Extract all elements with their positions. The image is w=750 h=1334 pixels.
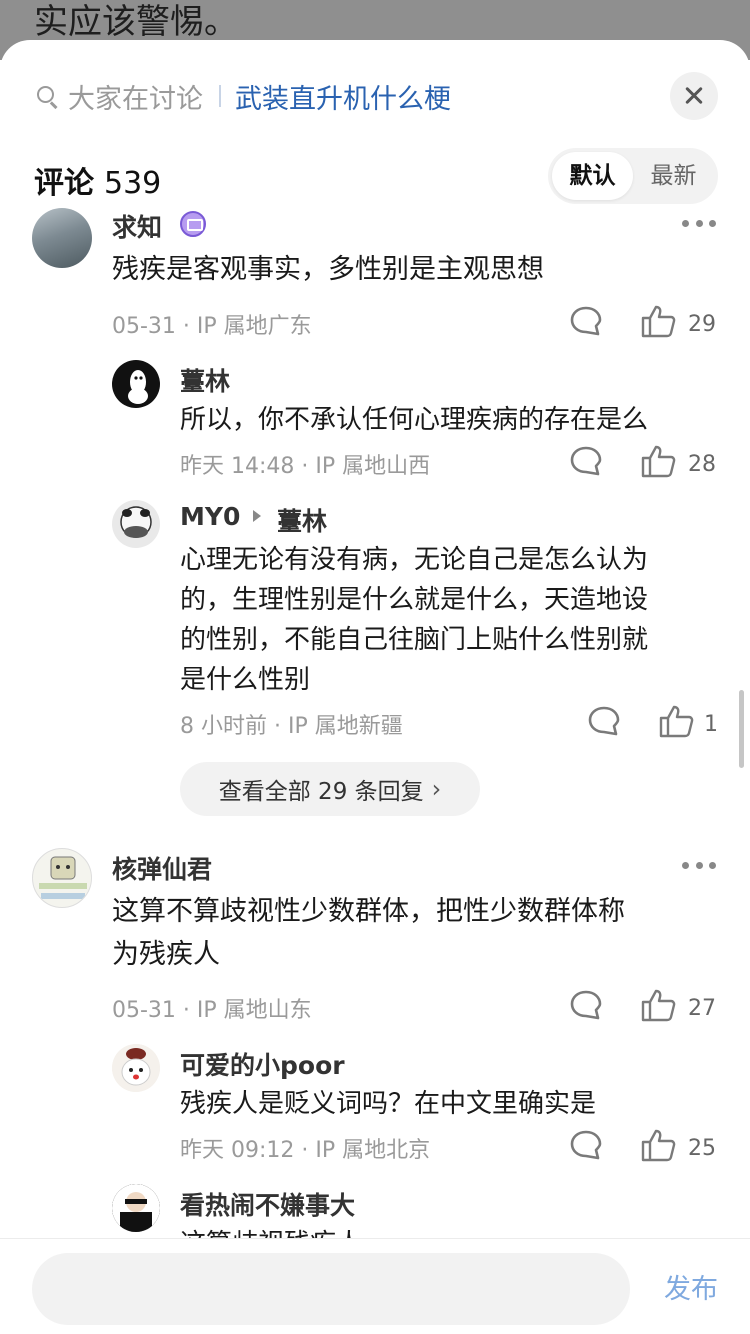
reply-meta: 昨天 14:48 · IP 属地山西 — [180, 454, 431, 479]
more-options-icon[interactable] — [682, 220, 716, 228]
reply-meta: 8 小时前 · IP 属地新疆 — [180, 714, 403, 739]
reply-date: 8 小时前 — [180, 714, 267, 739]
more-options-icon[interactable] — [682, 862, 716, 870]
like-count: 29 — [688, 312, 716, 337]
comment-text: 残疾是客观事实，多性别是主观思想 — [112, 254, 544, 285]
like-icon[interactable] — [640, 988, 676, 1022]
reply-text-line: 的，生理性别是什么就是什么，天造地设 — [180, 585, 649, 615]
comment-username[interactable]: 求知 — [112, 208, 162, 244]
publish-button[interactable]: 发布 — [664, 1267, 718, 1306]
avatar[interactable] — [112, 1184, 160, 1232]
search-divider — [219, 85, 221, 107]
background-article-text: 实应该警惕。 — [34, 2, 238, 42]
reply-icon[interactable] — [570, 446, 602, 476]
sort-latest-tab[interactable]: 最新 — [633, 152, 714, 200]
like-icon[interactable] — [640, 1128, 676, 1162]
discussion-search-bar[interactable]: 大家在讨论 武装直升机什么梗 — [34, 76, 451, 116]
reply-date: 昨天 14:48 — [180, 454, 295, 479]
comment-text: 这算不算歧视性少数群体，把性少数群体称 为残疾人 — [112, 890, 625, 976]
comment-input[interactable] — [32, 1253, 630, 1325]
reply-text-line: 的性别，不能自己往脑门上贴什么性别就 — [180, 625, 649, 655]
reply-username[interactable]: MY0 — [180, 502, 240, 531]
reply-icon[interactable] — [570, 990, 602, 1020]
reply-text: 心理无论有没有病，无论自己是怎么认为 的，生理性别是什么就是什么，天造地设 的性… — [180, 540, 648, 700]
reply-username[interactable]: 看热闹不嫌事大 — [180, 1186, 355, 1222]
avatar[interactable] — [112, 360, 160, 408]
chevron-right-icon: › — [431, 775, 442, 803]
reply-to-username[interactable]: 薹林 — [277, 502, 327, 538]
like-icon[interactable] — [658, 704, 694, 738]
reply-text: 所以，你不承认任何心理疾病的存在是么 — [180, 405, 649, 435]
avatar[interactable] — [32, 848, 92, 908]
view-all-replies-button[interactable]: 查看全部 29 条回复 › — [180, 762, 480, 816]
reply-username[interactable]: 薹林 — [180, 362, 230, 398]
reply-to-arrow-icon — [253, 510, 261, 522]
like-icon[interactable] — [640, 304, 676, 338]
like-icon[interactable] — [640, 444, 676, 478]
reply-meta: 昨天 09:12 · IP 属地北京 — [180, 1138, 431, 1163]
avatar[interactable] — [32, 208, 92, 268]
comment-date: 05-31 — [112, 998, 176, 1023]
reply-location: IP 属地新疆 — [287, 714, 403, 739]
search-prefix-label: 大家在讨论 — [68, 83, 203, 115]
reply-icon[interactable] — [570, 1130, 602, 1160]
search-topic-link[interactable]: 武装直升机什么梗 — [235, 77, 451, 116]
member-badge-icon — [180, 211, 206, 237]
comment-text-line: 这算不算歧视性少数群体，把性少数群体称 — [112, 896, 625, 927]
comment-date: 05-31 — [112, 314, 176, 339]
reply-icon[interactable] — [570, 306, 602, 336]
reply-text-line: 心理无论有没有病，无论自己是怎么认为 — [180, 545, 649, 575]
avatar[interactable] — [112, 1044, 160, 1092]
avatar[interactable] — [112, 500, 160, 548]
reply-location: IP 属地北京 — [315, 1138, 431, 1163]
reply-username[interactable]: 可爱的小poor — [180, 1046, 345, 1082]
comment-text-line: 为残疾人 — [112, 939, 220, 970]
comment-compose-bar: 发布 — [0, 1238, 750, 1334]
sort-default-tab[interactable]: 默认 — [552, 152, 633, 200]
reply-icon[interactable] — [588, 706, 620, 736]
comments-title: 评论 539 — [34, 158, 161, 202]
like-count: 28 — [688, 452, 716, 477]
sort-toggle: 默认 最新 — [548, 148, 718, 204]
comment-location: IP 属地山东 — [196, 998, 312, 1023]
reply-date: 昨天 09:12 — [180, 1138, 295, 1163]
like-count: 1 — [704, 712, 718, 737]
view-all-replies-label: 查看全部 29 条回复 — [218, 779, 424, 805]
scrollbar[interactable] — [739, 690, 744, 768]
comments-count: 539 — [104, 166, 162, 201]
search-icon — [34, 83, 60, 109]
close-button[interactable] — [670, 72, 718, 120]
like-count: 27 — [688, 996, 716, 1021]
comment-meta: 05-31 · IP 属地广东 — [112, 314, 312, 339]
like-count: 25 — [688, 1136, 716, 1161]
reply-text-line: 是什么性别 — [180, 665, 311, 695]
comment-location: IP 属地广东 — [196, 314, 312, 339]
comments-sheet: 大家在讨论 武装直升机什么梗 评论 539 默认 最新 求知 残疾是客观事实，多性… — [0, 40, 750, 1334]
reply-location: IP 属地山西 — [315, 454, 431, 479]
comment-meta: 05-31 · IP 属地山东 — [112, 998, 312, 1023]
reply-text: 残疾人是贬义词吗？在中文里确实是 — [180, 1089, 597, 1119]
comments-label: 评论 — [34, 166, 94, 201]
comment-username[interactable]: 核弹仙君 — [112, 850, 212, 886]
